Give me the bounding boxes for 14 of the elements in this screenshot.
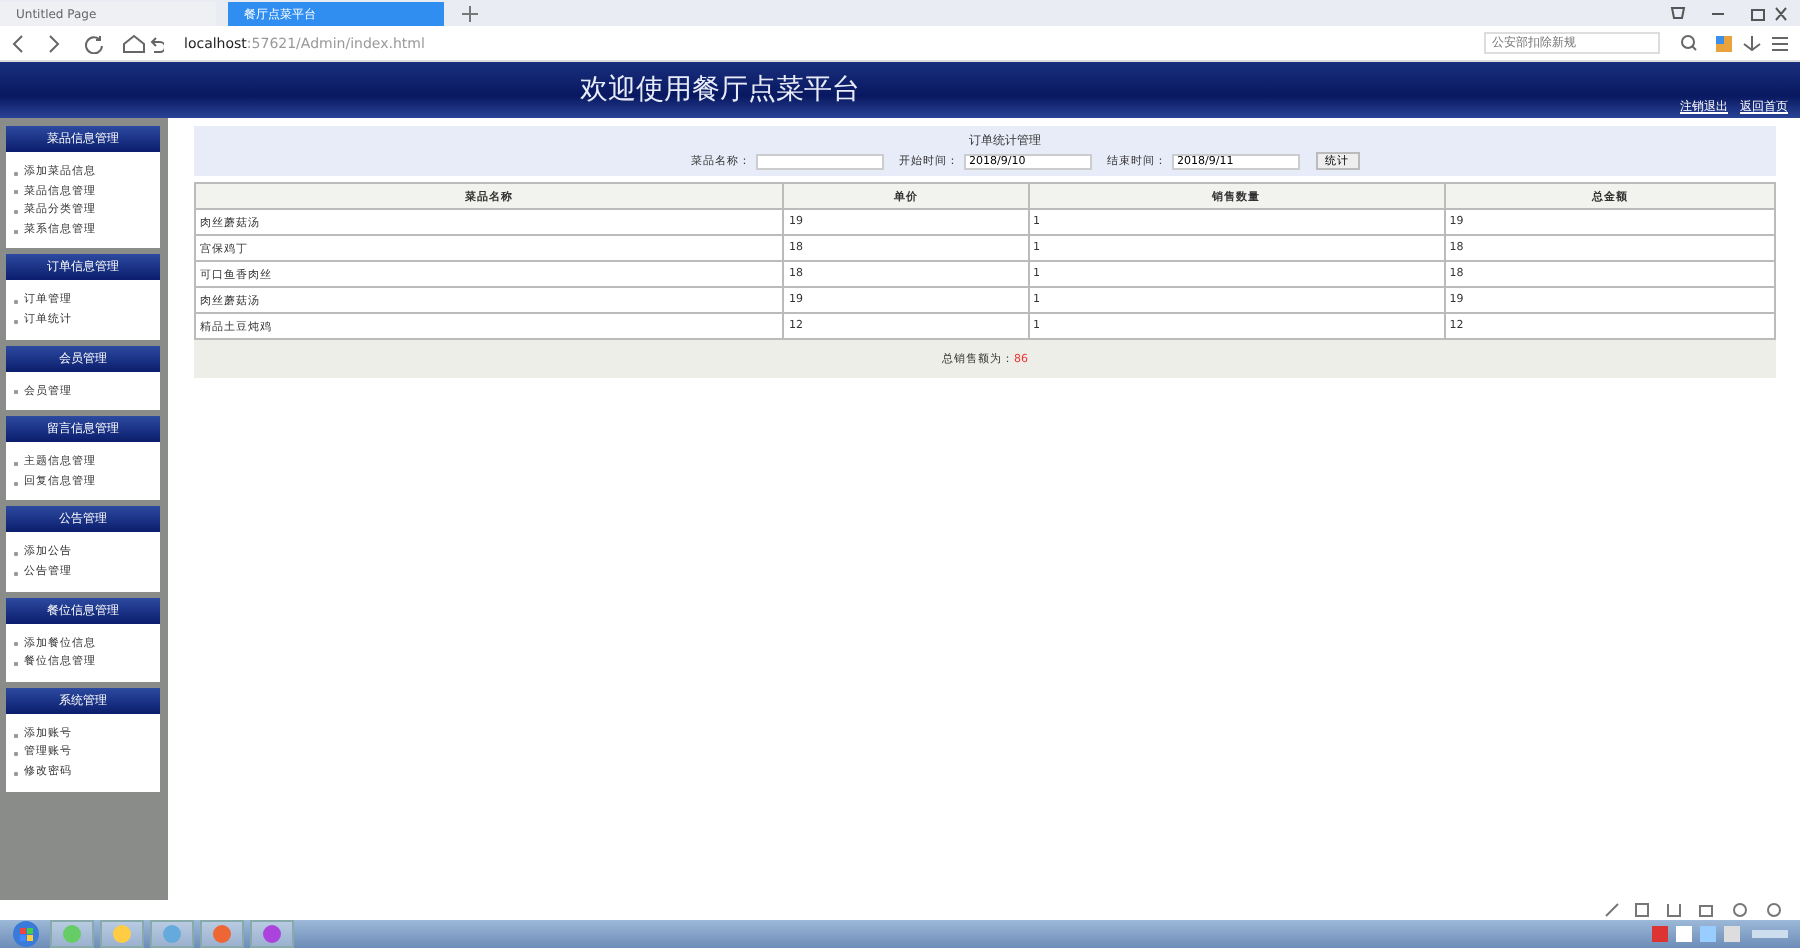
toolbar-icon[interactable] [1680, 33, 1788, 53]
filter-field[interactable] [755, 153, 883, 169]
new-tab-icon[interactable] [456, 2, 484, 26]
taskbar-app-icon[interactable] [250, 920, 294, 948]
site-title: 欢迎使用餐厅点菜平台 [580, 72, 860, 108]
system-tray-icon[interactable] [1652, 924, 1792, 944]
window-controls-icon[interactable] [1668, 2, 1788, 26]
taskbar-app-icon[interactable] [150, 920, 194, 948]
taskbar-app-icon[interactable] [100, 920, 144, 948]
start-button-icon[interactable] [8, 920, 44, 948]
taskbar-app-icon[interactable] [200, 920, 244, 948]
navigation-icon[interactable] [12, 33, 164, 53]
status-icon[interactable] [1604, 902, 1784, 918]
taskbar-app-icon[interactable] [50, 920, 94, 948]
